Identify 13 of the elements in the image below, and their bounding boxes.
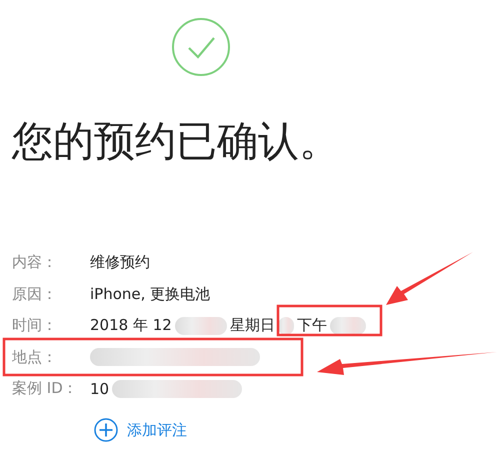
detail-label: 时间： bbox=[11, 316, 58, 336]
add-note-link[interactable]: 添加评注 bbox=[94, 418, 187, 442]
detail-label: 案例 ID： bbox=[11, 379, 79, 398]
detail-value: 10 bbox=[90, 380, 110, 398]
detail-label: 原因： bbox=[11, 284, 58, 304]
confirmation-title: 您的预约已确认。 bbox=[12, 117, 341, 165]
detail-label: 地点： bbox=[11, 348, 58, 367]
detail-label: 内容： bbox=[11, 253, 58, 272]
detail-value: 星期日 bbox=[230, 316, 275, 336]
detail-value: 2018 年 12 bbox=[90, 316, 172, 336]
detail-value: 维修预约 bbox=[90, 253, 150, 272]
detail-value: iPhone, 更换电池 bbox=[90, 284, 210, 304]
detail-value: 下午 bbox=[296, 316, 327, 336]
